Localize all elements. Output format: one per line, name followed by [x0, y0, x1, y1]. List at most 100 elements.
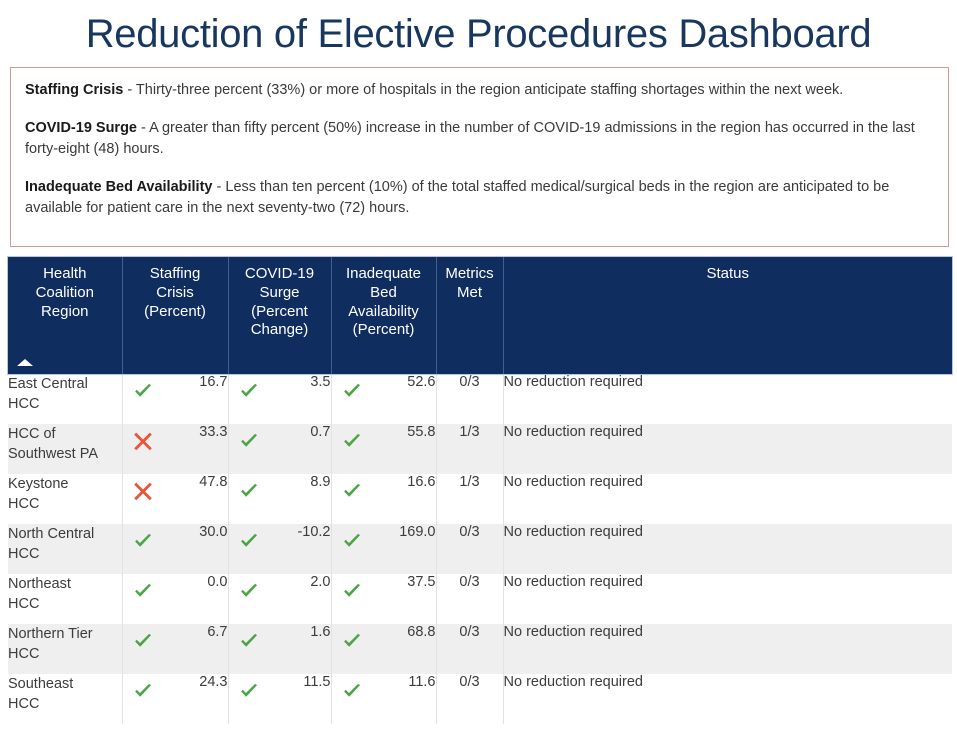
cell-status: No reduction required — [503, 674, 643, 690]
bed-availability-value: 52.6 — [407, 374, 436, 390]
cross-icon — [133, 482, 152, 501]
staffing-crisis-value: 47.8 — [199, 474, 228, 490]
cell-metrics-met: 0/3 — [436, 574, 504, 624]
column-header-inadequate-bed-availability[interactable]: Inadequate Bed Availability (Percent) — [331, 257, 437, 374]
cell-metrics-met: 0/3 — [436, 524, 504, 574]
column-header-line: Staffing — [149, 265, 201, 282]
cell-staffing-crisis: 33.3 — [122, 424, 229, 474]
table-row[interactable]: Keystone HCC 47.8 8.9 16.6 1/3 No reduction re… — [8, 474, 952, 524]
check-icon — [134, 683, 151, 697]
criterion-name: COVID-19 Surge — [25, 120, 137, 137]
cell-covid-19-surge: 11.5 — [228, 674, 332, 724]
check-icon — [343, 633, 360, 647]
cell-staffing-crisis: 47.8 — [122, 474, 229, 524]
column-header-line: Region — [40, 302, 89, 320]
table-row[interactable]: Northern Tier HCC 6.7 1.6 68.8 0/3 No reductio… — [8, 624, 952, 674]
region-name-line: Southwest PA — [8, 446, 99, 462]
column-header-line: Crisis — [156, 283, 194, 301]
cell-metrics-met: 0/3 — [436, 624, 504, 674]
column-header-line: Status — [706, 265, 750, 282]
cell-inadequate-bed-availability: 55.8 — [331, 424, 437, 474]
staffing-crisis-value: 33.3 — [199, 424, 228, 440]
check-icon — [240, 433, 257, 447]
cell-inadequate-bed-availability: 169.0 — [331, 524, 437, 574]
table-row[interactable]: Northeast HCC 0.0 2.0 37.5 0/3 No reduction re… — [8, 574, 952, 624]
check-icon — [343, 683, 360, 697]
criterion-name: Inadequate Bed Availability — [25, 179, 213, 196]
page-title: Reduction of Elective Procedures Dashboa… — [85, 12, 872, 56]
region-name-line: Keystone — [8, 476, 69, 492]
cell-metrics-met: 1/3 — [436, 474, 504, 524]
table-header: Health Coalition Region Staffing Crisis … — [7, 256, 953, 375]
cell-covid-19-surge: 0.7 — [228, 424, 332, 474]
column-header-line: Change) — [250, 321, 309, 339]
criterion-separator: - — [212, 179, 226, 196]
check-icon — [240, 683, 257, 697]
cell-inadequate-bed-availability: 16.6 — [331, 474, 437, 524]
cell-status: No reduction required — [503, 524, 952, 574]
check-icon — [134, 533, 151, 547]
table-row[interactable]: East Central HCC 16.7 3.5 52.6 0/3 No reductio… — [8, 374, 952, 424]
criterion-separator: - — [123, 82, 136, 98]
cell-status: No reduction required — [503, 374, 643, 390]
column-header-line: (Percent) — [352, 321, 415, 339]
region-name-line: East Central — [8, 376, 88, 392]
cell-region: Southeast HCC — [8, 674, 123, 724]
cell-staffing-crisis: 0.0 — [122, 574, 229, 624]
covid-19-surge-value: 1.6 — [310, 624, 331, 640]
check-icon — [343, 483, 360, 497]
cell-inadequate-bed-availability: 68.8 — [331, 624, 437, 674]
check-icon — [343, 533, 360, 547]
column-header-staffing-crisis[interactable]: Staffing Crisis (Percent) — [122, 257, 229, 374]
check-icon — [240, 483, 257, 497]
table-header-row: Health Coalition Region Staffing Crisis … — [7, 256, 953, 375]
cell-covid-19-surge: 3.5 — [228, 374, 332, 424]
check-icon — [134, 383, 151, 397]
staffing-crisis-value: 24.3 — [199, 674, 228, 690]
cell-staffing-crisis: 6.7 — [122, 624, 229, 674]
cell-region: Northern Tier HCC — [8, 624, 123, 674]
region-name-line: Southeast — [8, 676, 74, 692]
cell-staffing-crisis: 16.7 — [122, 374, 229, 424]
bed-availability-value: 37.5 — [407, 574, 436, 590]
column-header-metrics-met[interactable]: Metrics Met — [436, 257, 504, 374]
check-icon — [134, 633, 151, 647]
check-icon — [343, 383, 360, 397]
staffing-crisis-value: 16.7 — [199, 374, 228, 390]
table-row[interactable]: HCC of Southwest PA 33.3 0.7 55.8 1/3 No reduc… — [8, 424, 952, 474]
column-header-health-coalition-region[interactable]: Health Coalition Region — [8, 257, 123, 374]
staffing-crisis-value: 0.0 — [207, 574, 228, 590]
column-header-line: Met — [456, 283, 482, 301]
column-header-line: Availability — [348, 302, 419, 320]
covid-19-surge-value: 3.5 — [310, 374, 331, 390]
covid-19-surge-value: 2.0 — [310, 574, 331, 590]
region-name-line: HCC of — [8, 426, 56, 442]
region-name-line: North Central — [8, 526, 95, 542]
table-row[interactable]: Southeast HCC 24.3 11.5 11.6 0/3 No reduction … — [8, 674, 952, 724]
cell-region: HCC of Southwest PA — [8, 424, 123, 474]
check-icon — [240, 383, 257, 397]
cell-staffing-crisis: 24.3 — [122, 674, 229, 724]
check-icon — [343, 433, 360, 447]
criterion-name: Staffing Crisis — [25, 82, 124, 98]
column-header-covid-19-surge[interactable]: COVID-19 Surge (Percent Change) — [228, 257, 332, 374]
cell-status: No reduction required — [503, 574, 643, 590]
cell-covid-19-surge: 8.9 — [228, 474, 332, 524]
regions-metrics-table: Health Coalition Region Staffing Crisis … — [7, 256, 953, 724]
cell-staffing-crisis: 30.0 — [122, 524, 229, 574]
region-name-line: HCC — [8, 546, 40, 562]
column-header-line: (Percent — [251, 302, 308, 320]
sort-ascending-icon[interactable] — [17, 359, 33, 366]
cell-region: Northeast HCC — [8, 574, 123, 624]
table-row[interactable]: North Central HCC 30.0 -10.2 169.0 0/3 No redu… — [8, 524, 952, 574]
criterion-text: Thirty-three percent (33%) or more of ho… — [135, 82, 844, 98]
column-header-line: (Percent) — [144, 302, 206, 320]
check-icon — [240, 533, 257, 547]
cell-metrics-met: 1/3 — [436, 424, 504, 474]
cell-inadequate-bed-availability: 52.6 — [331, 374, 437, 424]
column-header-line: Health — [43, 265, 87, 282]
cross-icon — [133, 432, 152, 451]
criteria-definitions-box: Staffing Crisis - Thirty-three percent (… — [10, 67, 949, 247]
column-header-status[interactable]: Status — [503, 257, 952, 374]
staffing-crisis-value: 30.0 — [199, 524, 228, 540]
